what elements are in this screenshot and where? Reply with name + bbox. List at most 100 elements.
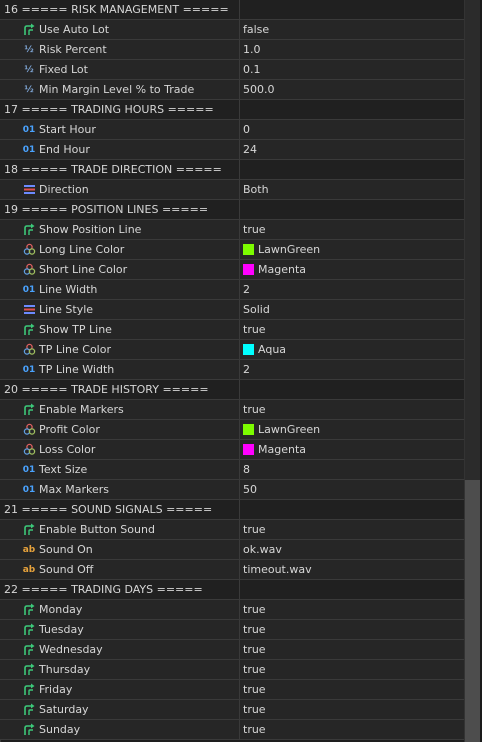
parameter-value[interactable]: true bbox=[243, 643, 266, 656]
parameter-value[interactable]: 50 bbox=[243, 483, 257, 496]
parameter-value[interactable]: true bbox=[243, 623, 266, 636]
parameter-value[interactable]: true bbox=[243, 703, 266, 716]
parameter-value-cell[interactable]: true bbox=[240, 640, 464, 659]
parameter-row[interactable]: 01 TP Line Width 2 bbox=[0, 360, 464, 380]
parameter-row[interactable]: TP Line Color Aqua bbox=[0, 340, 464, 360]
parameter-value-cell[interactable]: timeout.wav bbox=[240, 560, 464, 579]
section-header-row[interactable]: 22 ===== TRADING DAYS ===== bbox=[0, 580, 464, 600]
parameter-row[interactable]: ½ Risk Percent 1.0 bbox=[0, 40, 464, 60]
parameter-value-cell[interactable]: Aqua bbox=[240, 340, 464, 359]
parameter-row[interactable]: ½ Min Margin Level % to Trade 500.0 bbox=[0, 80, 464, 100]
parameter-value[interactable]: 0.1 bbox=[243, 63, 261, 76]
parameter-value[interactable]: 0 bbox=[243, 123, 250, 136]
parameter-value[interactable]: ok.wav bbox=[243, 543, 282, 556]
parameter-value-cell[interactable]: 0 bbox=[240, 120, 464, 139]
parameter-value[interactable]: LawnGreen bbox=[258, 243, 320, 256]
parameter-row[interactable]: Direction Both bbox=[0, 180, 464, 200]
parameter-value[interactable]: true bbox=[243, 603, 266, 616]
parameter-value[interactable]: 1.0 bbox=[243, 43, 261, 56]
parameter-value[interactable]: true bbox=[243, 663, 266, 676]
parameter-value-cell[interactable]: 0.1 bbox=[240, 60, 464, 79]
section-header-row[interactable]: 19 ===== POSITION LINES ===== bbox=[0, 200, 464, 220]
parameter-row[interactable]: Saturday true bbox=[0, 700, 464, 720]
parameter-row[interactable]: Friday true bbox=[0, 680, 464, 700]
parameter-value[interactable]: Aqua bbox=[258, 343, 286, 356]
parameter-value-cell[interactable]: 1.0 bbox=[240, 40, 464, 59]
parameter-row[interactable]: Use Auto Lot false bbox=[0, 20, 464, 40]
parameter-row[interactable]: Tuesday true bbox=[0, 620, 464, 640]
parameter-row[interactable]: ab Sound Off timeout.wav bbox=[0, 560, 464, 580]
parameter-value[interactable]: Solid bbox=[243, 303, 270, 316]
parameter-value[interactable]: true bbox=[243, 523, 266, 536]
parameter-value[interactable]: Both bbox=[243, 183, 269, 196]
parameter-row[interactable]: Profit Color LawnGreen bbox=[0, 420, 464, 440]
parameter-value[interactable]: false bbox=[243, 23, 269, 36]
parameter-row[interactable]: ab Sound On ok.wav bbox=[0, 540, 464, 560]
parameter-value[interactable]: timeout.wav bbox=[243, 563, 312, 576]
parameter-value-cell[interactable]: true bbox=[240, 700, 464, 719]
parameter-value[interactable]: LawnGreen bbox=[258, 423, 320, 436]
parameter-value-cell[interactable]: true bbox=[240, 600, 464, 619]
parameter-row[interactable]: Wednesday true bbox=[0, 640, 464, 660]
parameter-value-cell[interactable]: true bbox=[240, 620, 464, 639]
parameter-row[interactable]: Show TP Line true bbox=[0, 320, 464, 340]
parameter-value-cell[interactable]: true bbox=[240, 520, 464, 539]
parameter-row[interactable]: 01 End Hour 24 bbox=[0, 140, 464, 160]
parameter-name-cell: 01 Max Markers bbox=[0, 480, 240, 499]
parameter-value-cell[interactable]: 8 bbox=[240, 460, 464, 479]
parameter-value-cell[interactable]: 2 bbox=[240, 360, 464, 379]
parameter-value-cell[interactable]: 500.0 bbox=[240, 80, 464, 99]
parameter-row[interactable]: 01 Start Hour 0 bbox=[0, 120, 464, 140]
parameter-value[interactable]: 500.0 bbox=[243, 83, 275, 96]
parameter-value-cell[interactable]: Magenta bbox=[240, 260, 464, 279]
parameter-row[interactable]: 01 Text Size 8 bbox=[0, 460, 464, 480]
parameter-name-cell: Enable Markers bbox=[0, 400, 240, 419]
parameter-row[interactable]: Show Position Line true bbox=[0, 220, 464, 240]
parameter-row[interactable]: Thursday true bbox=[0, 660, 464, 680]
parameter-row[interactable]: 01 Line Width 2 bbox=[0, 280, 464, 300]
parameter-value-cell[interactable]: true bbox=[240, 400, 464, 419]
parameter-value-cell[interactable]: LawnGreen bbox=[240, 420, 464, 439]
parameter-value-cell[interactable]: ok.wav bbox=[240, 540, 464, 559]
parameter-value-cell[interactable]: 24 bbox=[240, 140, 464, 159]
parameter-row[interactable]: Loss Color Magenta bbox=[0, 440, 464, 460]
parameter-value-cell[interactable]: true bbox=[240, 220, 464, 239]
parameter-value-cell[interactable]: true bbox=[240, 660, 464, 679]
parameter-value[interactable]: 2 bbox=[243, 283, 250, 296]
parameter-value-cell[interactable]: Magenta bbox=[240, 440, 464, 459]
parameter-value-cell[interactable]: Solid bbox=[240, 300, 464, 319]
section-header-row[interactable]: 16 ===== RISK MANAGEMENT ===== bbox=[0, 0, 464, 20]
parameter-row[interactable]: 01 Max Markers 50 bbox=[0, 480, 464, 500]
parameter-value[interactable]: true bbox=[243, 403, 266, 416]
parameter-row[interactable]: Short Line Color Magenta bbox=[0, 260, 464, 280]
parameter-row[interactable]: Monday true bbox=[0, 600, 464, 620]
parameter-value[interactable]: Magenta bbox=[258, 263, 306, 276]
parameter-row[interactable]: ½ Fixed Lot 0.1 bbox=[0, 60, 464, 80]
parameter-value[interactable]: true bbox=[243, 723, 266, 736]
parameter-value-cell[interactable]: Both bbox=[240, 180, 464, 199]
parameter-value-cell[interactable]: false bbox=[240, 20, 464, 39]
parameter-row[interactable]: Enable Button Sound true bbox=[0, 520, 464, 540]
parameter-row[interactable]: Enable Markers true bbox=[0, 400, 464, 420]
parameter-value[interactable]: 2 bbox=[243, 363, 250, 376]
scrollbar-thumb[interactable] bbox=[465, 480, 480, 742]
section-header-row[interactable]: 17 ===== TRADING HOURS ===== bbox=[0, 100, 464, 120]
section-header-row[interactable]: 21 ===== SOUND SIGNALS ===== bbox=[0, 500, 464, 520]
parameter-value-cell[interactable]: true bbox=[240, 320, 464, 339]
parameter-value-cell[interactable]: true bbox=[240, 720, 464, 739]
parameter-row[interactable]: Line Style Solid bbox=[0, 300, 464, 320]
parameter-value-cell[interactable]: 50 bbox=[240, 480, 464, 499]
section-header-row[interactable]: 18 ===== TRADE DIRECTION ===== bbox=[0, 160, 464, 180]
parameter-row[interactable]: Long Line Color LawnGreen bbox=[0, 240, 464, 260]
parameter-value-cell[interactable]: LawnGreen bbox=[240, 240, 464, 259]
parameter-value[interactable]: true bbox=[243, 323, 266, 336]
parameter-value[interactable]: true bbox=[243, 683, 266, 696]
parameter-value[interactable]: 8 bbox=[243, 463, 250, 476]
parameter-value-cell[interactable]: true bbox=[240, 680, 464, 699]
parameter-value[interactable]: 24 bbox=[243, 143, 257, 156]
section-header-row[interactable]: 20 ===== TRADE HISTORY ===== bbox=[0, 380, 464, 400]
parameter-value-cell[interactable]: 2 bbox=[240, 280, 464, 299]
parameter-row[interactable]: Sunday true bbox=[0, 720, 464, 740]
parameter-value[interactable]: Magenta bbox=[258, 443, 306, 456]
parameter-value[interactable]: true bbox=[243, 223, 266, 236]
